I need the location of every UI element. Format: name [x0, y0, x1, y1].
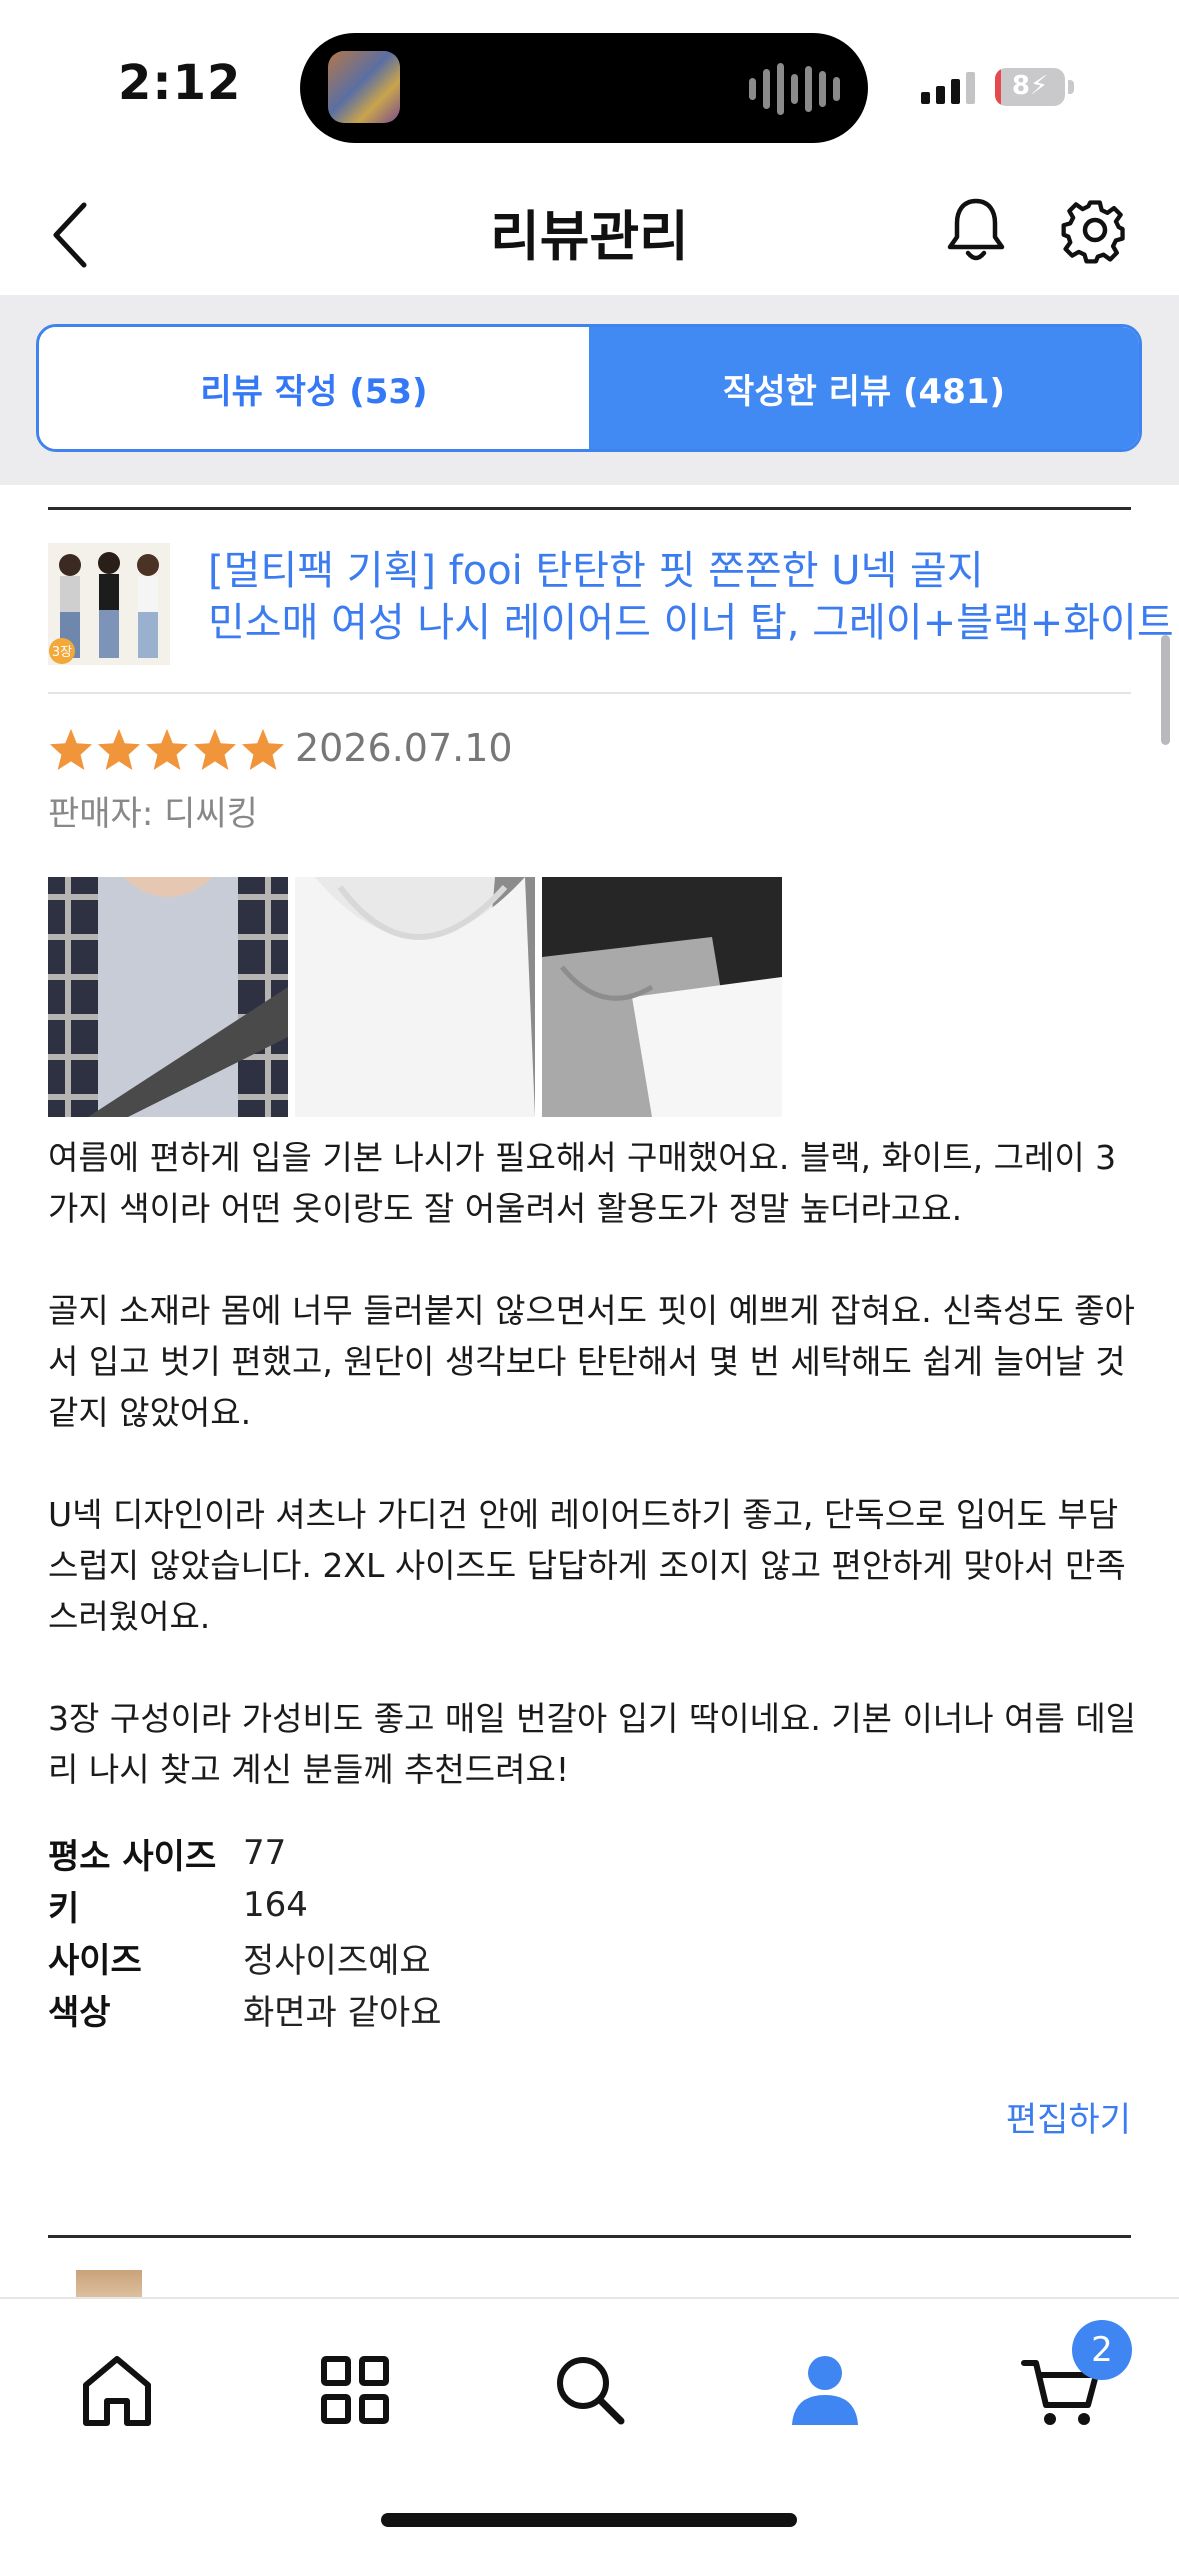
spec-row: 사이즈 정사이즈예요 [48, 1931, 442, 1983]
spec-label: 색상 [48, 1992, 111, 2033]
tab-write-review[interactable]: 리뷰 작성 (53) [39, 327, 589, 449]
review-tabs-area: 리뷰 작성 (53) 작성한 리뷰 (481) [0, 295, 1179, 485]
scrollbar[interactable] [1161, 635, 1170, 745]
home-icon [83, 2356, 151, 2426]
review-paragraph: 여름에 편하게 입을 기본 나시가 필요해서 구매했어요. 블랙, 화이트, 그… [48, 1138, 1117, 1228]
search-icon [557, 2357, 625, 2425]
spec-label: 사이즈 [48, 1940, 142, 1981]
spec-row: 색상 화면과 같아요 [48, 1983, 442, 2035]
status-bar: 2:12 8⚡ [0, 0, 1179, 170]
star-icon [97, 728, 141, 771]
product-row[interactable]: 3장 [멀티팩 기획] fooi 탄탄한 핏 쫀쫀한 U넥 골지 민소매 여성 … [48, 543, 1174, 693]
review-paragraph: U넥 디자인이라 셔츠나 가디건 안에 레이어드하기 좋고, 단독으로 입어도 … [48, 1495, 1126, 1636]
dynamic-island[interactable] [300, 33, 868, 143]
cellular-signal-icon [921, 72, 975, 104]
review-photo[interactable] [48, 877, 288, 1117]
product-name-link[interactable]: [멀티팩 기획] fooi 탄탄한 핏 쫀쫀한 U넥 골지 민소매 여성 나시 … [208, 545, 1178, 649]
thumb-badge: 3장 [52, 645, 72, 660]
review-paragraph: 3장 구성이라 가성비도 좋고 매일 번갈아 입기 딱이네요. 기본 이너나 여… [48, 1699, 1137, 1789]
spec-label: 키 [48, 1888, 80, 1929]
status-time: 2:12 [118, 55, 242, 111]
battery-level: 8⚡ [1011, 71, 1049, 101]
tab-written-reviews[interactable]: 작성한 리뷰 (481) [589, 327, 1139, 449]
nav-search[interactable] [545, 2345, 635, 2435]
product-name-line: 민소매 여성 나시 레이어드 이너 탑, 그레이+블랙+화이트 [208, 600, 1174, 646]
battery-icon: 8⚡ [995, 68, 1065, 106]
battery-tip [1068, 80, 1074, 94]
review-photo[interactable] [542, 877, 782, 1117]
spec-row: 평소 사이즈 77 [48, 1827, 442, 1879]
app-header: 리뷰관리 [0, 170, 1179, 295]
spec-value: 화면과 같아요 [243, 1992, 442, 2033]
nav-my-page[interactable] [780, 2345, 870, 2435]
review-paragraph: 골지 소재라 몸에 너무 들러붙지 않으면서도 핏이 예쁘게 잡혀요. 신축성도… [48, 1291, 1135, 1432]
grid-icon [321, 2356, 389, 2424]
review-date: 2026.07.10 [295, 726, 513, 770]
nav-home[interactable] [72, 2345, 162, 2435]
section-divider [48, 2235, 1131, 2238]
product-divider [48, 692, 1131, 694]
gear-icon [1061, 200, 1125, 264]
seller-name: 판매자: 디씨킹 [48, 794, 258, 834]
star-icon [193, 728, 237, 771]
review-tabs: 리뷰 작성 (53) 작성한 리뷰 (481) [36, 324, 1142, 452]
review-specs: 평소 사이즈 77 키 164 사이즈 정사이즈예요 색상 화면과 같아요 [48, 1827, 442, 2035]
cart-count-badge: 2 [1072, 2320, 1132, 2380]
profile-icon [792, 2356, 858, 2425]
settings-button[interactable] [1060, 195, 1130, 265]
edit-review-button[interactable]: 편집하기 [1006, 2092, 1131, 2141]
review-photo[interactable] [295, 877, 535, 1117]
home-indicator[interactable] [381, 2513, 797, 2527]
bell-icon [947, 198, 1005, 261]
spec-value: 77 [243, 1833, 287, 1873]
notifications-button[interactable] [945, 195, 1007, 265]
star-icon [49, 728, 93, 771]
review-photos [48, 877, 782, 1117]
nav-categories[interactable] [310, 2345, 400, 2435]
product-thumbnail[interactable]: 3장 [48, 543, 170, 665]
star-icon [145, 728, 189, 771]
section-divider [48, 507, 1131, 510]
spec-label: 평소 사이즈 [48, 1836, 217, 1877]
audio-waveform-icon [749, 63, 840, 115]
spec-value: 정사이즈예요 [243, 1940, 431, 1981]
review-body: 여름에 편하게 입을 기본 나시가 필요해서 구매했어요. 블랙, 화이트, 그… [48, 1132, 1138, 1795]
now-playing-artwork [328, 51, 400, 123]
star-rating [48, 727, 286, 771]
product-name-line: [멀티팩 기획] fooi 탄탄한 핏 쫀쫀한 U넥 골지 [208, 548, 984, 594]
star-icon [241, 728, 285, 771]
spec-row: 키 164 [48, 1879, 442, 1931]
spec-value: 164 [243, 1885, 308, 1925]
